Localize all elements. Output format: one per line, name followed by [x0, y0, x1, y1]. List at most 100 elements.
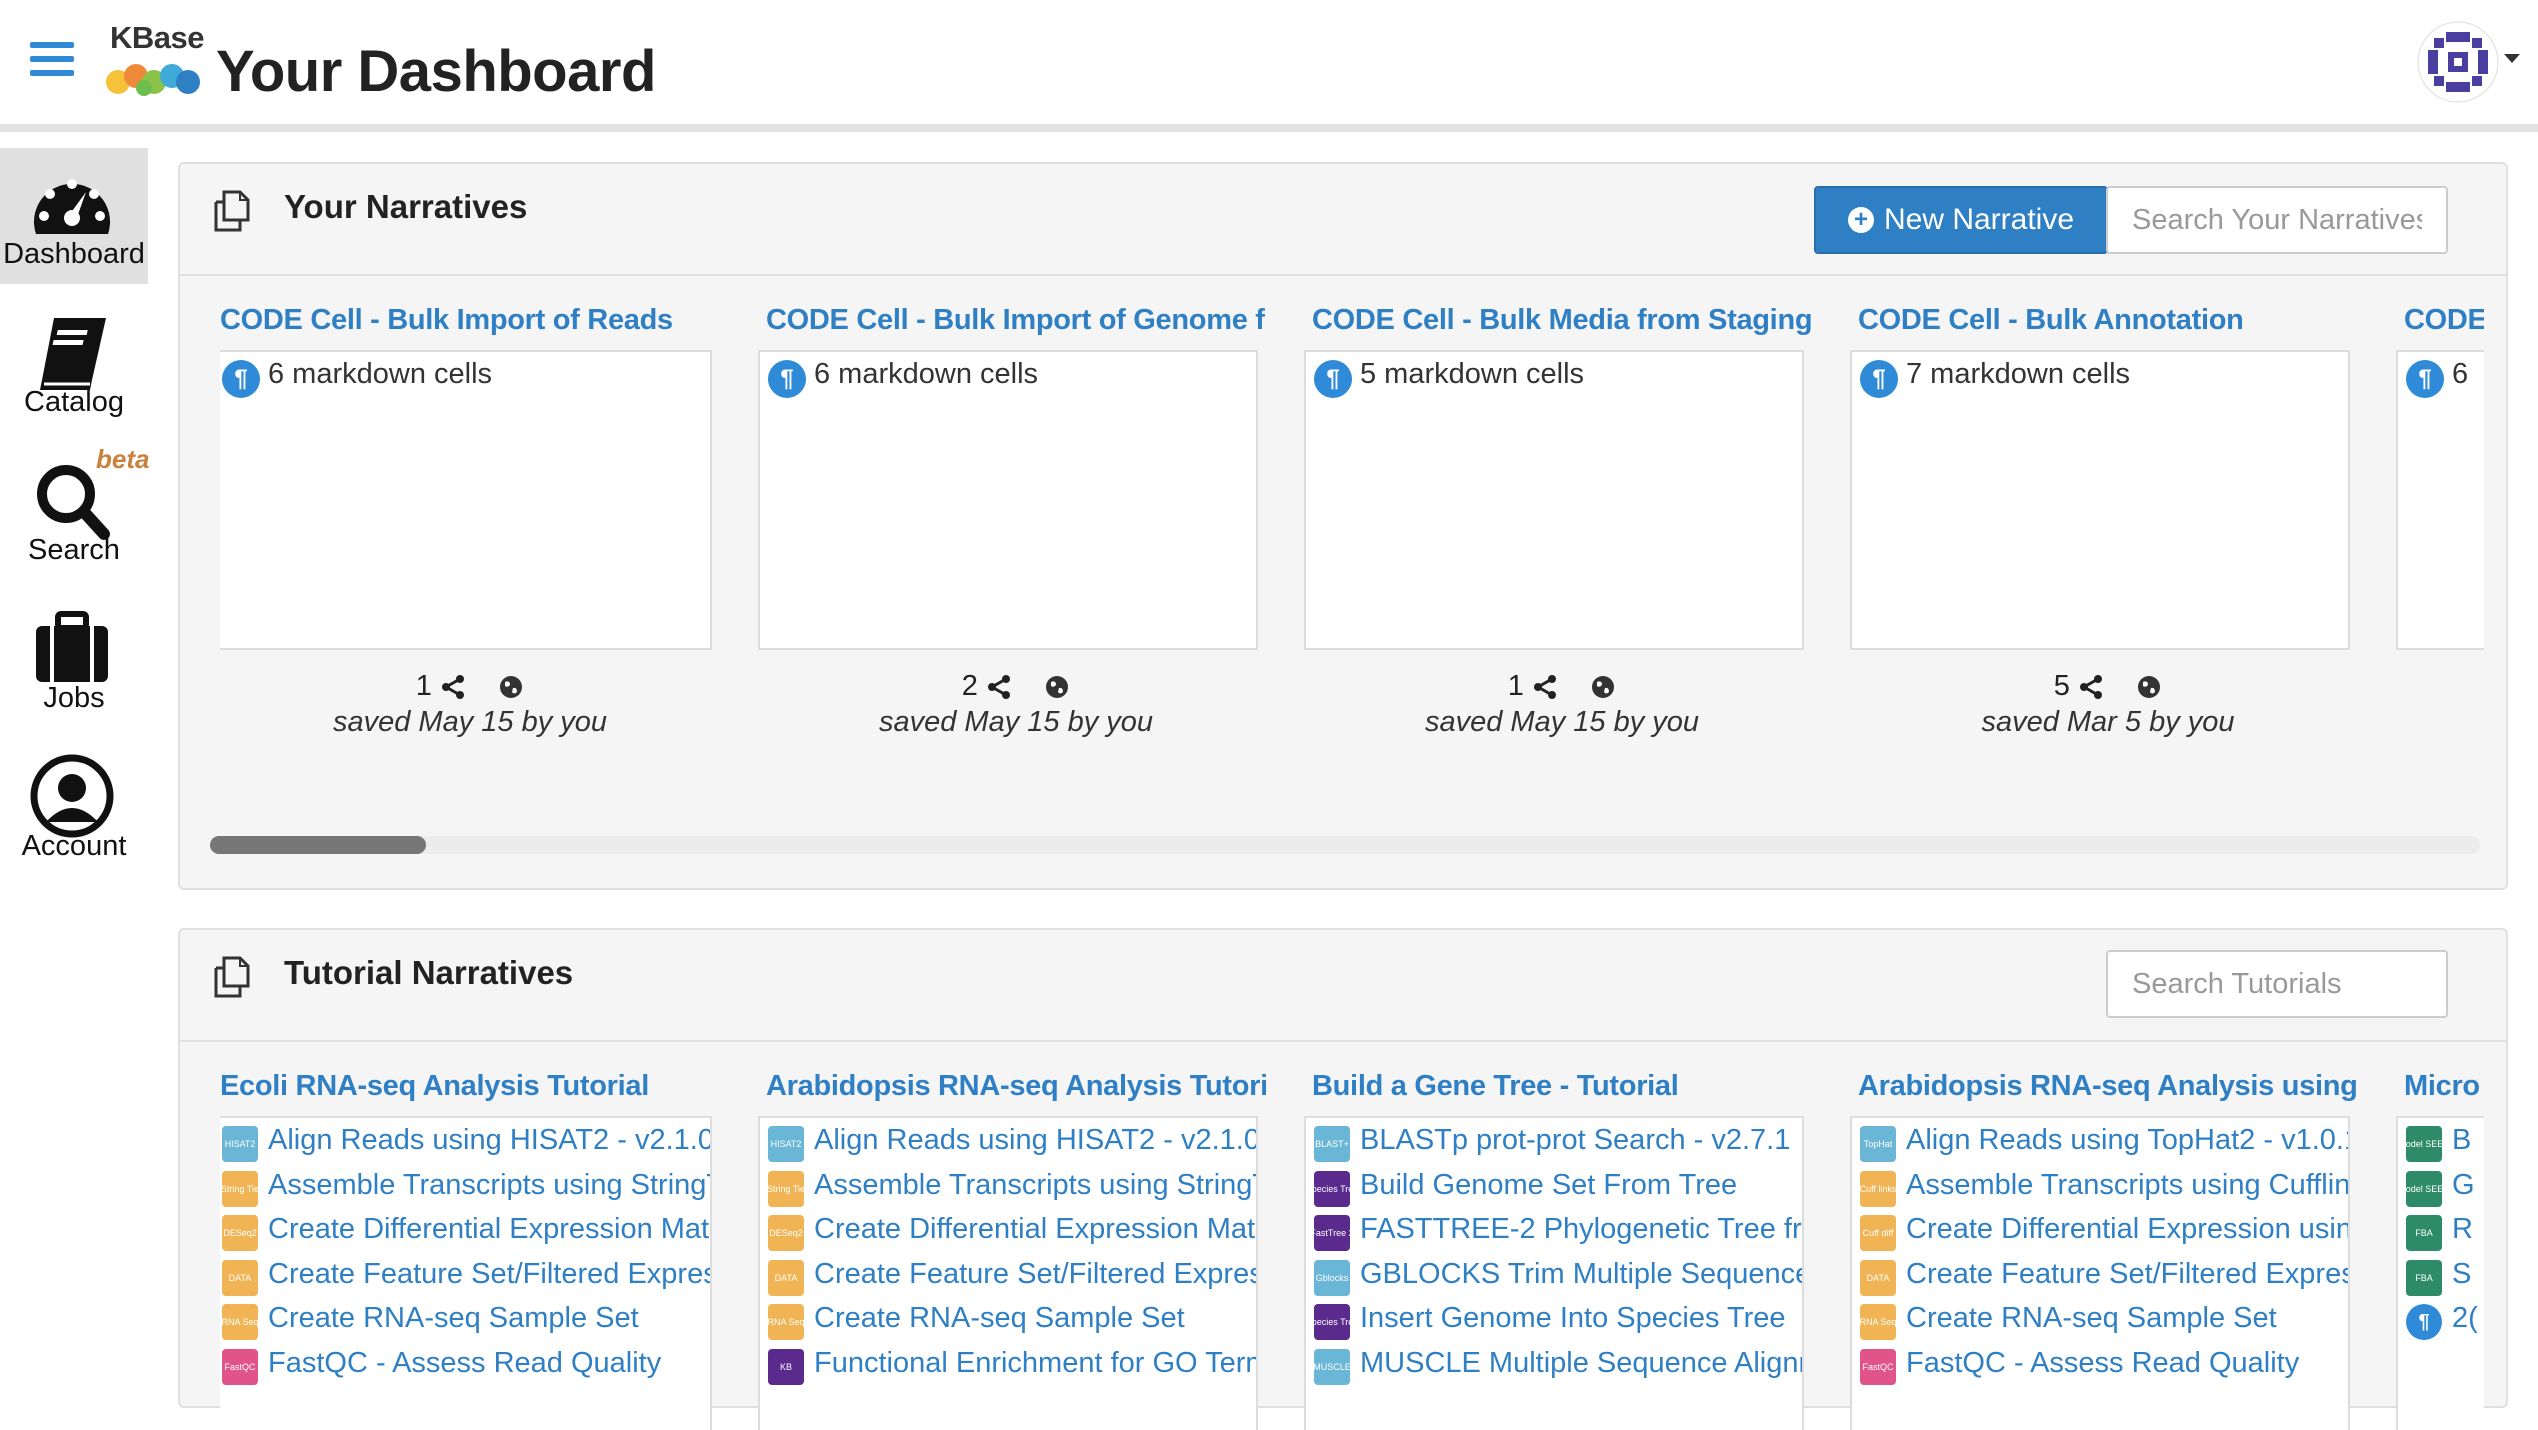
app-name-link[interactable]: MUSCLE Multiple Sequence Alignment: [1360, 1347, 1802, 1380]
tutorial-app-row[interactable]: DATA Create Feature Set/Filtered Expressi…: [222, 1256, 710, 1296]
tutorial-app-row[interactable]: Model SEED G: [2406, 1167, 2484, 1207]
app-name-link[interactable]: Create Differential Expression Matrix: [814, 1213, 1256, 1246]
tutorial-title-link[interactable]: Arabidopsis RNA-seq Analysis using Origi…: [1858, 1070, 2358, 1103]
app-icon: HISAT2: [222, 1126, 258, 1162]
app-name-link[interactable]: BLASTp prot-prot Search - v2.7.1: [1360, 1124, 1790, 1157]
tutorial-app-row[interactable]: ¶ 2(: [2406, 1300, 2484, 1340]
app-name-link[interactable]: Create RNA-seq Sample Set: [1906, 1302, 2277, 1335]
narrative-title-link[interactable]: CODE Cell - Bulk Media from Staging: [1312, 304, 1812, 337]
app-name-link[interactable]: Insert Genome Into Species Tree: [1360, 1302, 1786, 1335]
app-icon: Cuff links: [1860, 1170, 1896, 1207]
share-icon[interactable]: [1532, 674, 1558, 700]
tutorial-app-row[interactable]: FBA R: [2406, 1211, 2484, 1251]
tutorial-app-row[interactable]: FastQC FastQC - Assess Read Quality: [222, 1345, 710, 1385]
tutorial-app-row[interactable]: FBA S: [2406, 1256, 2484, 1296]
tutorial-app-row[interactable]: Species Tree Build Genome Set From Tree: [1314, 1167, 1802, 1207]
search-narratives-input[interactable]: [2106, 186, 2448, 254]
tutorial-app-row[interactable]: DATA Create Feature Set/Filtered Expressi…: [768, 1256, 1256, 1296]
tutorial-app-row[interactable]: FastQC FastQC - Assess Read Quality: [1860, 1345, 2348, 1385]
narrative-preview[interactable]: ¶ 6: [2396, 350, 2484, 650]
horizontal-scrollbar[interactable]: [210, 836, 2480, 854]
app-name-link[interactable]: Assemble Transcripts using Cufflinks: [1906, 1169, 2348, 1202]
app-name-link[interactable]: Align Reads using HISAT2 - v2.1.0: [268, 1124, 710, 1157]
tutorial-app-row[interactable]: RNA Seq Create RNA-seq Sample Set: [768, 1300, 1256, 1340]
app-name-link[interactable]: Create RNA-seq Sample Set: [814, 1302, 1185, 1335]
app-name-link[interactable]: R: [2452, 1213, 2473, 1246]
narrative-preview[interactable]: ¶ 7 markdown cells: [1850, 350, 2350, 650]
search-tutorials-input[interactable]: [2106, 950, 2448, 1018]
scrollbar-thumb[interactable]: [210, 836, 426, 854]
tutorial-app-row[interactable]: RNA Seq Create RNA-seq Sample Set: [1860, 1300, 2348, 1340]
app-icon: Species Tree: [1314, 1304, 1350, 1340]
app-name-link[interactable]: Create Differential Expression Matrix: [268, 1213, 710, 1246]
sidebar-item-catalog[interactable]: Catalog: [0, 296, 148, 432]
tutorial-app-row[interactable]: TopHat Align Reads using TopHat2 - v1.0.1: [1860, 1122, 2348, 1162]
share-icon[interactable]: [986, 674, 1012, 700]
narrative-title-link[interactable]: CODE: [2404, 304, 2484, 337]
tutorial-app-row[interactable]: Cuff diff Create Differential Expression …: [1860, 1211, 2348, 1251]
app-name-link[interactable]: Build Genome Set From Tree: [1360, 1169, 1737, 1202]
globe-icon[interactable]: [1044, 674, 1070, 700]
tutorial-app-row[interactable]: BLAST+ BLASTp prot-prot Search - v2.7.1: [1314, 1122, 1802, 1162]
tutorial-title-link[interactable]: Build a Gene Tree - Tutorial: [1312, 1070, 1812, 1103]
tutorial-app-row[interactable]: Species Tree Insert Genome Into Species T…: [1314, 1300, 1802, 1340]
app-name-link[interactable]: Assemble Transcripts using StringTie: [814, 1169, 1256, 1202]
tutorial-app-list: TopHat Align Reads using TopHat2 - v1.0.1…: [1850, 1116, 2350, 1430]
chevron-down-icon[interactable]: [2504, 54, 2520, 63]
tutorial-app-row[interactable]: RNA Seq Create RNA-seq Sample Set: [222, 1300, 710, 1340]
app-name-link[interactable]: Create Feature Set/Filtered Expression: [268, 1258, 710, 1291]
app-name-link[interactable]: GBLOCKS Trim Multiple Sequence Alignment: [1360, 1258, 1802, 1291]
share-icon[interactable]: [440, 674, 466, 700]
tutorial-title-link[interactable]: Micro: [2404, 1070, 2484, 1103]
sidebar-item-dashboard[interactable]: Dashboard: [0, 148, 148, 284]
globe-icon[interactable]: [1590, 674, 1616, 700]
tutorial-app-row[interactable]: String Tie Assemble Transcripts using Str…: [768, 1167, 1256, 1207]
app-name-link[interactable]: Align Reads using TopHat2 - v1.0.1: [1906, 1124, 2348, 1157]
tutorial-title-link[interactable]: Ecoli RNA-seq Analysis Tutorial: [220, 1070, 720, 1103]
markdown-paragraph-icon: ¶: [1314, 360, 1352, 398]
app-name-link[interactable]: FastQC - Assess Read Quality: [1906, 1347, 2299, 1380]
app-name-link[interactable]: S: [2452, 1258, 2471, 1291]
sidebar-item-jobs[interactable]: Jobs: [0, 592, 148, 728]
share-icon[interactable]: [2078, 674, 2104, 700]
app-name-link[interactable]: G: [2452, 1169, 2475, 1202]
tutorial-app-row[interactable]: DESeq2 Create Differential Expression Mat…: [768, 1211, 1256, 1251]
hamburger-menu-icon[interactable]: [30, 42, 74, 76]
new-narrative-button[interactable]: + New Narrative: [1814, 186, 2108, 254]
tutorial-app-row[interactable]: MUSCLE MUSCLE Multiple Sequence Alignment: [1314, 1345, 1802, 1385]
globe-icon[interactable]: [2136, 674, 2162, 700]
sidebar-item-account[interactable]: Account: [0, 740, 148, 876]
app-name-link[interactable]: FASTTREE-2 Phylogenetic Tree from: [1360, 1213, 1802, 1246]
app-name-link[interactable]: Assemble Transcripts using StringTie: [268, 1169, 710, 1202]
tutorial-app-row[interactable]: DESeq2 Create Differential Expression Mat…: [222, 1211, 710, 1251]
app-name-link[interactable]: Create Differential Expression using Cuf…: [1906, 1213, 2348, 1246]
kbase-logo-icon[interactable]: [104, 58, 204, 100]
tutorial-title-link[interactable]: Arabidopsis RNA-seq Analysis Tutorial: [766, 1070, 1266, 1103]
tutorial-app-row[interactable]: String Tie Assemble Transcripts using Str…: [222, 1167, 710, 1207]
app-name-link[interactable]: Create Feature Set/Filtered Expression: [1906, 1258, 2348, 1291]
narrative-preview[interactable]: ¶ 5 markdown cells: [1304, 350, 1804, 650]
narrative-preview[interactable]: ¶ 6 markdown cells: [758, 350, 1258, 650]
app-name-link[interactable]: FastQC - Assess Read Quality: [268, 1347, 661, 1380]
app-name-link[interactable]: Create Feature Set/Filtered Expression: [814, 1258, 1256, 1291]
tutorial-app-row[interactable]: Model SEED B: [2406, 1122, 2484, 1162]
app-name-link[interactable]: Functional Enrichment for GO Terms: [814, 1347, 1256, 1380]
narrative-title-link[interactable]: CODE Cell - Bulk Import of Reads: [220, 304, 720, 337]
tutorial-app-row[interactable]: Gblocks GBLOCKS Trim Multiple Sequence Al…: [1314, 1256, 1802, 1296]
app-name-link[interactable]: Align Reads using HISAT2 - v2.1.0: [814, 1124, 1256, 1157]
tutorial-app-row[interactable]: KB Functional Enrichment for GO Terms: [768, 1345, 1256, 1385]
user-avatar[interactable]: [2416, 20, 2500, 104]
tutorial-app-row[interactable]: FastTree 2 FASTTREE-2 Phylogenetic Tree f…: [1314, 1211, 1802, 1251]
app-name-link[interactable]: Create RNA-seq Sample Set: [268, 1302, 639, 1335]
narrative-title-link[interactable]: CODE Cell - Bulk Import of Genome files: [766, 304, 1266, 337]
narrative-preview[interactable]: ¶ 6 markdown cells: [220, 350, 712, 650]
narrative-title-link[interactable]: CODE Cell - Bulk Annotation: [1858, 304, 2358, 337]
tutorial-app-row[interactable]: Cuff links Assemble Transcripts using Cuf…: [1860, 1167, 2348, 1207]
tutorial-app-row[interactable]: DATA Create Feature Set/Filtered Expressi…: [1860, 1256, 2348, 1296]
app-name-link[interactable]: 2(: [2452, 1302, 2478, 1335]
tutorial-app-row[interactable]: HISAT2 Align Reads using HISAT2 - v2.1.0: [222, 1122, 710, 1162]
globe-icon[interactable]: [498, 674, 524, 700]
cell-count: 5 markdown cells: [1360, 358, 1585, 390]
tutorial-app-row[interactable]: HISAT2 Align Reads using HISAT2 - v2.1.0: [768, 1122, 1256, 1162]
app-name-link[interactable]: B: [2452, 1124, 2471, 1157]
